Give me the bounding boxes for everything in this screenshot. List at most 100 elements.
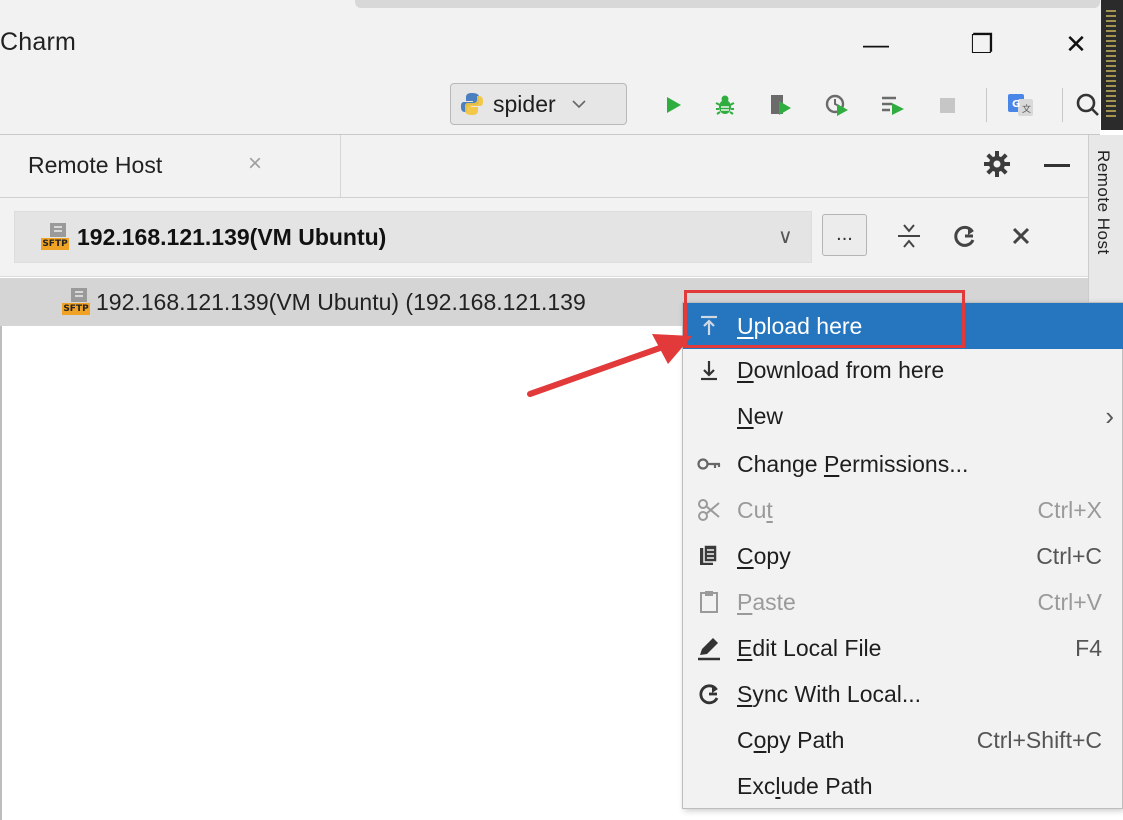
close-window-button[interactable]: ✕ — [1046, 18, 1106, 70]
settings-button[interactable] — [982, 149, 1012, 179]
mnemonic-letter: o — [753, 726, 767, 753]
top-strip — [355, 0, 1100, 8]
label-suffix: dit Local File — [752, 634, 882, 661]
shortcut-label: Ctrl+X — [1037, 496, 1102, 523]
svg-text:文: 文 — [1022, 103, 1031, 115]
label-suffix: py Path — [766, 726, 845, 753]
debug-button[interactable] — [708, 89, 742, 121]
label-prefix: Change — [737, 450, 824, 477]
search-everywhere-button[interactable] — [1072, 89, 1100, 121]
label-suffix: ude Path — [780, 772, 873, 799]
coverage-icon — [771, 95, 791, 115]
toolbar-separator — [1062, 88, 1063, 122]
python-icon — [461, 93, 483, 115]
browse-hosts-button[interactable]: ... — [822, 214, 867, 256]
label-suffix: aste — [752, 588, 796, 615]
label-prefix: Cu — [737, 496, 767, 523]
disconnect-button[interactable] — [1004, 218, 1038, 254]
context-menu-item-label: Exclude Path — [737, 773, 873, 800]
context-menu-item[interactable]: Download from here — [683, 347, 1123, 393]
tab-close-button[interactable]: × — [248, 150, 262, 178]
mnemonic-letter: P — [737, 588, 753, 615]
host-select-dropdown[interactable]: SFTP 192.168.121.139(VM Ubuntu) — [14, 211, 812, 263]
context-menu-item[interactable]: Copy Path Ctrl+Shift+C — [683, 717, 1123, 763]
refresh-button[interactable] — [948, 218, 982, 254]
copy-icon — [695, 542, 723, 570]
translate-button[interactable]: G 文 — [1004, 89, 1038, 121]
context-menu-item[interactable]: Paste Ctrl+V — [683, 579, 1123, 625]
paste-icon — [695, 588, 723, 616]
label-prefix: Exc — [737, 772, 776, 799]
context-menu-item-label: Paste — [737, 589, 796, 616]
run-configuration-dropdown[interactable]: spider — [450, 83, 627, 125]
sync-icon — [695, 680, 723, 708]
stop-icon — [940, 98, 955, 113]
key-icon — [695, 450, 723, 478]
translate-icon: G 文 — [1008, 94, 1033, 116]
label-suffix: opy — [753, 542, 791, 569]
mnemonic-letter: D — [737, 356, 754, 383]
mnemonic-letter: S — [737, 680, 753, 707]
search-icon — [1076, 93, 1099, 116]
context-menu-item[interactable]: Edit Local File F4 — [683, 625, 1123, 671]
profile-button[interactable] — [820, 89, 854, 121]
run-button[interactable] — [656, 89, 690, 121]
debug-icon — [715, 95, 735, 115]
stop-button[interactable] — [930, 89, 964, 121]
shortcut-label: F4 — [1075, 634, 1102, 661]
context-menu-item[interactable]: Sync With Local... — [683, 671, 1123, 717]
shortcut-label: Ctrl+V — [1037, 588, 1102, 615]
sftp-icon: SFTP — [62, 288, 90, 316]
chevron-right-icon: › — [1105, 400, 1114, 431]
gear-icon — [984, 151, 1010, 177]
label-suffix: ermissions... — [839, 450, 969, 477]
context-menu-item[interactable]: Cut Ctrl+X — [683, 487, 1123, 533]
concurrency-icon — [882, 96, 904, 115]
label-suffix: ownload from here — [753, 356, 945, 383]
tree-root-label: 192.168.121.139(VM Ubuntu) (192.168.121.… — [96, 288, 586, 315]
run-configuration-label: spider — [493, 90, 556, 117]
tree-row-content: SFTP 192.168.121.139(VM Ubuntu) (192.168… — [62, 288, 586, 316]
context-menu-item-label: Copy Path — [737, 727, 844, 754]
context-menu: Upload here Download from here New › Change … — [682, 302, 1123, 809]
tab-remote-host-label: Remote Host — [28, 152, 163, 178]
collapse-all-button[interactable] — [892, 218, 926, 254]
edit-icon — [695, 634, 723, 662]
run-with-coverage-button[interactable] — [764, 89, 798, 121]
restore-button[interactable]: ❐ — [952, 18, 1012, 70]
annotation-arrow — [527, 334, 692, 397]
mnemonic-letter: C — [737, 542, 754, 569]
window-title: Charm — [0, 28, 77, 56]
chevron-down-icon: ∨ — [778, 226, 793, 248]
context-menu-item-label: Change Permissions... — [737, 451, 968, 478]
mnemonic-letter: E — [737, 634, 753, 661]
context-menu-item[interactable]: Change Permissions... — [683, 441, 1123, 487]
refresh-icon — [954, 225, 975, 247]
side-stripe-remote-host[interactable]: Remote Host — [1093, 150, 1113, 255]
shortcut-label: Ctrl+Shift+C — [976, 726, 1102, 753]
svg-text:G: G — [1012, 99, 1020, 110]
shortcut-label: Ctrl+C — [1036, 542, 1102, 569]
panel-left-border — [0, 326, 2, 820]
mnemonic-letter: t — [766, 496, 773, 523]
context-menu-item-label: Copy — [737, 543, 791, 570]
label-suffix: ync With Local... — [752, 680, 922, 707]
collapse-icon — [898, 224, 920, 248]
minimize-button[interactable]: — — [846, 18, 906, 70]
context-menu-item-label: Sync With Local... — [737, 681, 921, 708]
context-menu-item-label: Cut — [737, 497, 773, 524]
context-menu-item-label: Edit Local File — [737, 635, 881, 662]
profile-icon — [825, 94, 848, 116]
context-menu-item[interactable]: Copy Ctrl+C — [683, 533, 1123, 579]
sftp-icon: SFTP — [41, 223, 69, 251]
label-suffix: ew — [753, 402, 784, 429]
context-menu-item-label: Download from here — [737, 357, 944, 384]
context-menu-item[interactable]: New › — [683, 393, 1123, 439]
hide-tool-window-button[interactable] — [1044, 164, 1070, 167]
label-prefix: C — [737, 726, 754, 753]
mnemonic-letter: P — [823, 450, 840, 477]
concurrency-diagram-button[interactable] — [876, 89, 910, 121]
context-menu-item[interactable]: Exclude Path — [683, 763, 1123, 809]
run-icon — [667, 97, 681, 113]
close-icon — [1012, 227, 1030, 245]
